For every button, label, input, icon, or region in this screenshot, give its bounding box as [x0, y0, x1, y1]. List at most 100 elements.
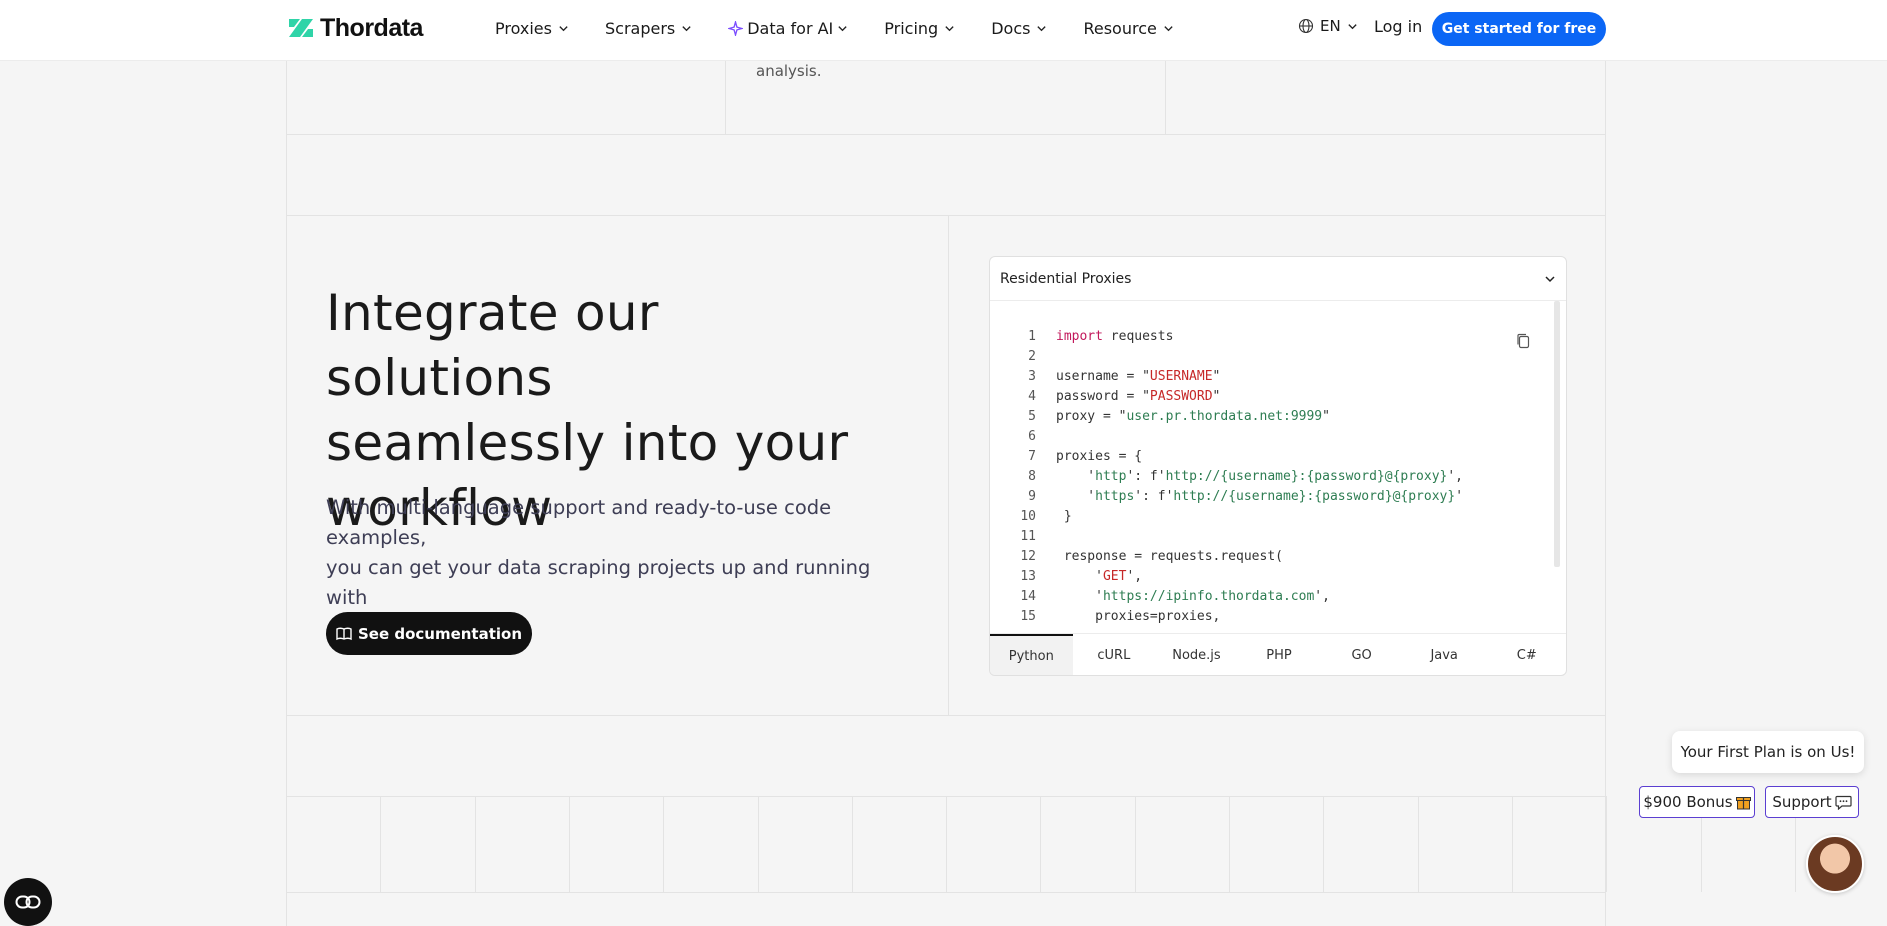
nav-item-label: Docs [991, 18, 1031, 38]
code-text: 'https': f'http://{username}:{password}@… [1056, 489, 1464, 504]
grid-line [568, 796, 570, 892]
gift-icon [1735, 797, 1751, 810]
grid-line [851, 796, 853, 892]
support-button[interactable]: Support [1765, 786, 1859, 818]
grid-line [757, 796, 759, 892]
line-number: 12 [1020, 549, 1036, 564]
support-avatar[interactable] [1806, 835, 1864, 893]
grid-line [286, 715, 1606, 716]
headline-line: Integrate our solutions [326, 284, 659, 407]
code-line: 6 [990, 427, 1566, 447]
line-number: 4 [1028, 389, 1036, 404]
see-documentation-button[interactable]: See documentation [326, 612, 532, 655]
tab-php[interactable]: PHP [1238, 634, 1321, 675]
code-example-card: Residential Proxies 1 import requests 2 3… [989, 256, 1567, 676]
grid-line [948, 215, 949, 715]
nav-item-pricing[interactable]: Pricing [884, 16, 955, 40]
grid-line [474, 796, 476, 892]
code-text: import requests [1056, 329, 1174, 344]
chevron-down-icon [1164, 25, 1173, 31]
code-line: 10 } [990, 507, 1566, 527]
line-number: 1 [1028, 329, 1036, 344]
line-number: 14 [1020, 589, 1036, 604]
cookie-settings-button[interactable] [4, 878, 52, 926]
language-selector[interactable]: EN [1298, 17, 1358, 35]
tab-curl[interactable]: cURL [1073, 634, 1156, 675]
tab-java[interactable]: Java [1403, 634, 1486, 675]
code-text: } [1056, 509, 1072, 524]
previous-section-text: analysis. [756, 62, 822, 80]
grid-line [663, 796, 665, 892]
code-text: 'GET', [1056, 569, 1143, 584]
bonus-label: $900 Bonus [1643, 793, 1733, 811]
chevron-down-icon [945, 25, 954, 31]
get-started-button[interactable]: Get started for free [1432, 12, 1606, 46]
code-text: password = "PASSWORD" [1056, 389, 1221, 404]
language-label: EN [1320, 17, 1341, 35]
code-line: 8 'http': f'http://{username}:{password}… [990, 467, 1566, 487]
code-text: 'https://ipinfo.thordata.com', [1056, 589, 1330, 604]
support-label: Support [1772, 793, 1832, 811]
nav-item-data-for-ai[interactable]: Data for AI [728, 16, 848, 40]
code-line: 4 password = "PASSWORD" [990, 387, 1566, 407]
language-tabs: Python cURL Node.js PHP GO Java C# [990, 633, 1566, 675]
code-block: 1 import requests 2 3 username = "USERNAME… [990, 301, 1566, 633]
subtext-line: With multi-language support and ready-to… [326, 496, 832, 549]
code-text: username = "USERNAME" [1056, 369, 1221, 384]
nav-item-proxies[interactable]: Proxies [495, 16, 569, 40]
line-number: 3 [1028, 369, 1036, 384]
tab-nodejs[interactable]: Node.js [1155, 634, 1238, 675]
code-line: 15 proxies=proxies, [990, 607, 1566, 627]
grid-line [286, 215, 1606, 216]
code-scrollbar[interactable] [1554, 301, 1560, 567]
line-number: 6 [1028, 429, 1036, 444]
line-number: 11 [1020, 529, 1036, 544]
code-text: 'http': f'http://{username}:{password}@{… [1056, 469, 1464, 484]
line-number: 9 [1028, 489, 1036, 504]
chevron-down-icon [682, 25, 691, 31]
nav-item-label: Data for AI [747, 18, 834, 38]
product-selector-label: Residential Proxies [1000, 270, 1132, 287]
code-text: proxies = { [1056, 449, 1143, 464]
code-line: 5 proxy = "user.pr.thordata.net:9999" [990, 407, 1566, 427]
line-number: 7 [1028, 449, 1036, 464]
nav-item-scrapers[interactable]: Scrapers [605, 16, 692, 40]
promo-bubble[interactable]: Your First Plan is on Us! [1672, 731, 1864, 773]
grid-line [1323, 796, 1325, 892]
sparkle-icon [728, 20, 744, 36]
line-number: 10 [1020, 509, 1036, 524]
code-line: 11 [990, 527, 1566, 547]
book-icon [336, 627, 352, 640]
line-number: 5 [1028, 409, 1036, 424]
grid-line [380, 796, 382, 892]
code-line: 3 username = "USERNAME" [990, 367, 1566, 387]
chevron-down-icon [1545, 275, 1555, 282]
code-text: response = requests.request( [1056, 549, 1283, 564]
bonus-button[interactable]: $900 Bonus [1639, 786, 1755, 818]
subtext-line: you can get your data scraping projects … [326, 556, 871, 609]
chevron-down-icon [1037, 25, 1047, 31]
grid-line [725, 61, 726, 134]
code-line: 9 'https': f'http://{username}:{password… [990, 487, 1566, 507]
code-line: 12 response = requests.request( [990, 547, 1566, 567]
login-link[interactable]: Log in [1374, 17, 1422, 36]
line-number: 8 [1028, 469, 1036, 484]
nav-item-docs[interactable]: Docs [991, 16, 1047, 40]
code-text: proxies=proxies, [1056, 609, 1221, 624]
chat-icon [1835, 795, 1852, 810]
product-selector[interactable]: Residential Proxies [990, 257, 1566, 301]
line-number: 13 [1020, 569, 1036, 584]
tab-python[interactable]: Python [990, 634, 1073, 675]
nav-item-label: Proxies [495, 18, 552, 38]
logo[interactable]: Thordata [286, 13, 423, 43]
nav-item-label: Scrapers [604, 18, 676, 38]
tab-go[interactable]: GO [1320, 634, 1403, 675]
grid-line [1511, 796, 1513, 892]
tab-csharp[interactable]: C# [1485, 634, 1566, 675]
grid-line [1606, 796, 1608, 892]
nav-item-resource[interactable]: Resource [1083, 16, 1173, 40]
chevron-down-icon [1348, 23, 1357, 29]
grid-line [1165, 61, 1166, 134]
copy-icon[interactable] [1516, 333, 1530, 349]
nav-item-label: Resource [1083, 18, 1157, 38]
